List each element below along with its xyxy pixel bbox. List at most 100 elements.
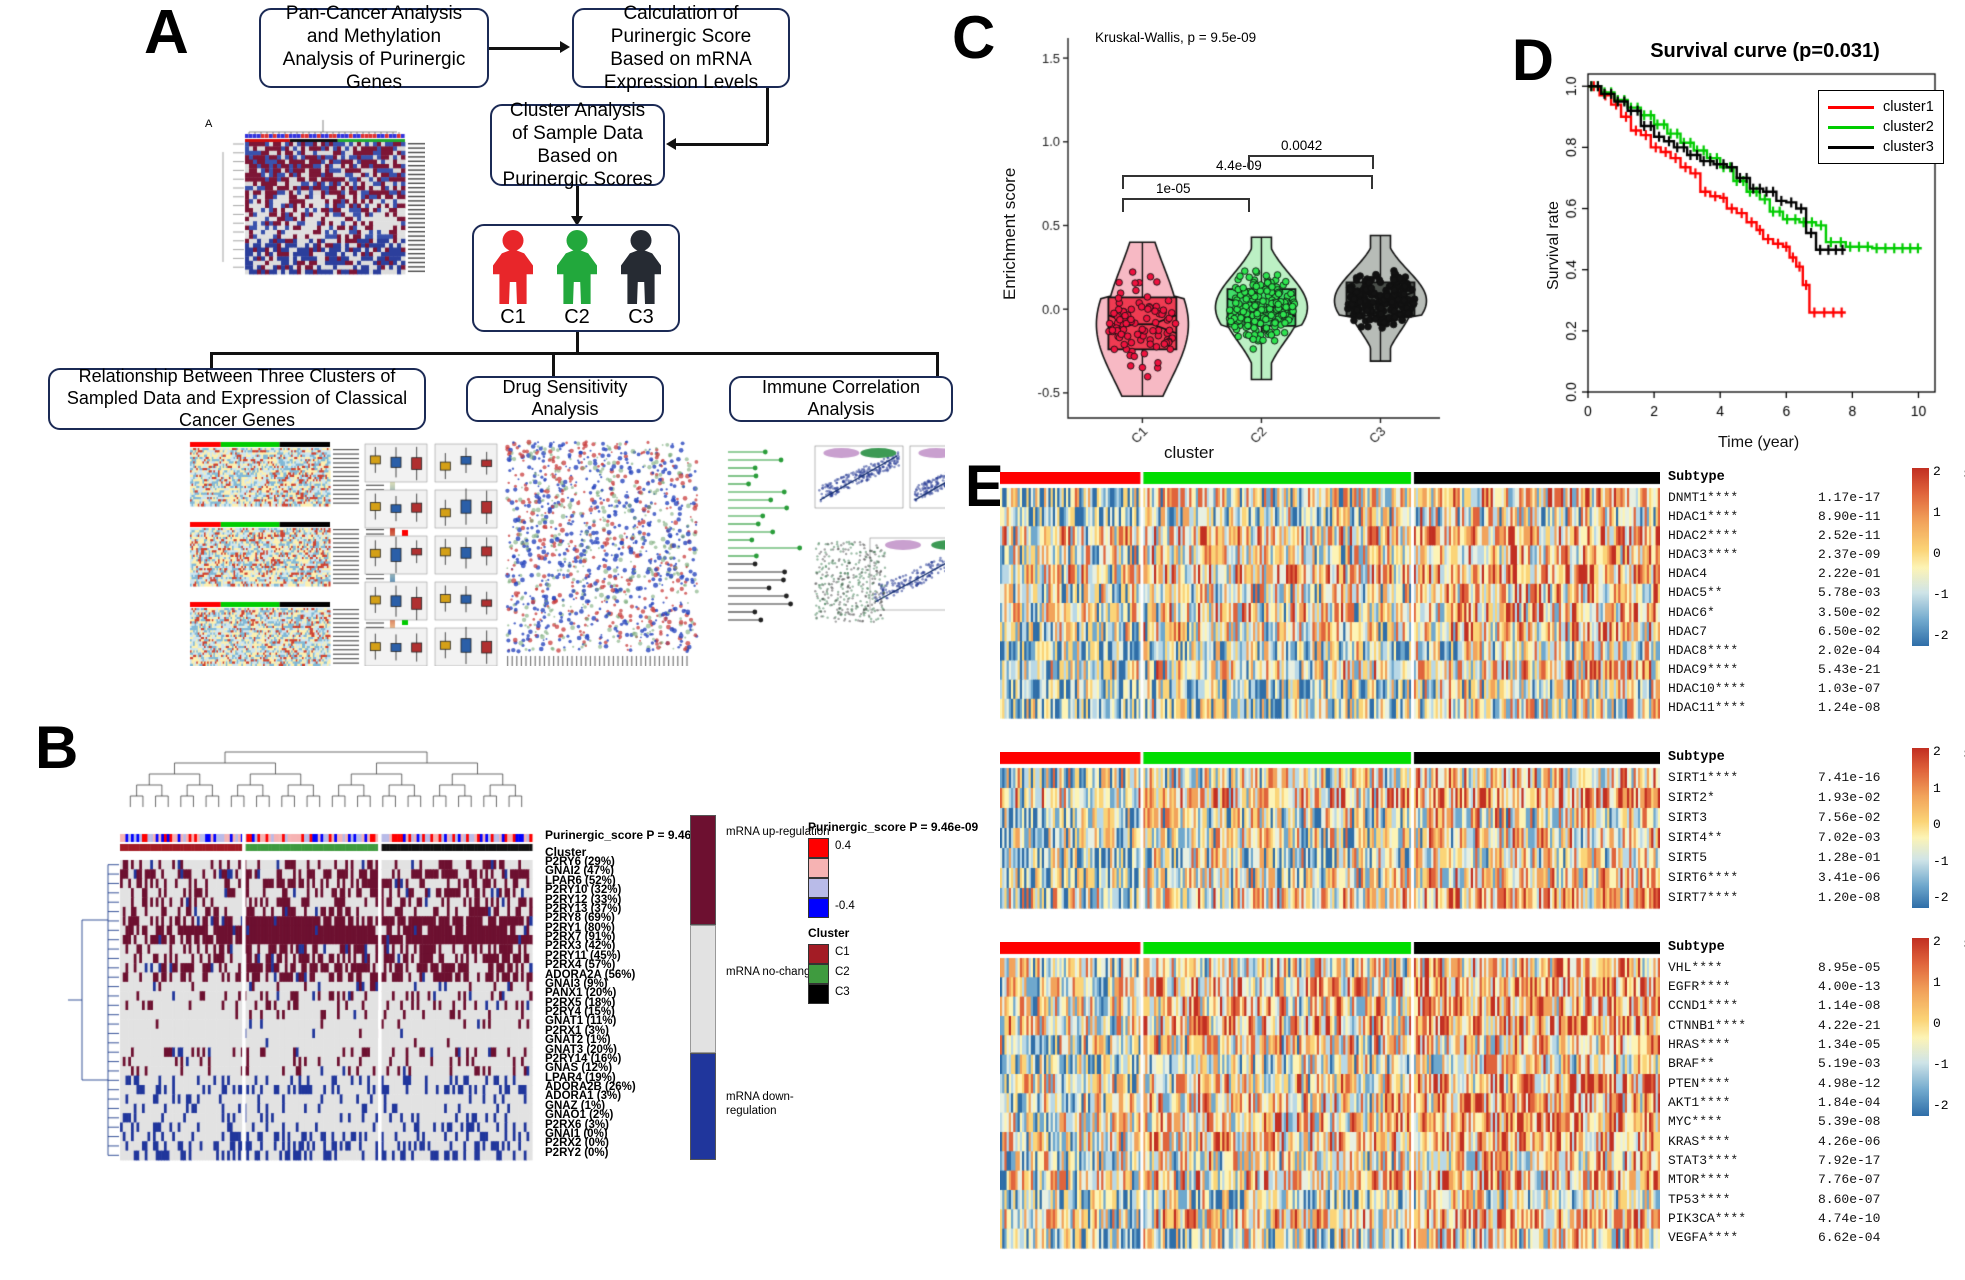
flow-box-immune-correlation[interactable]: Immune Correlation Analysis [729,376,953,422]
flow-box-cluster-analysis[interactable]: Cluster Analysis of Sample Data Based on… [490,100,665,190]
panel-e-colorbar-tick: 1 [1933,780,1941,796]
connector-box2-down [766,88,769,144]
panel-e-gene-label: SIRT5 [1668,850,1708,865]
cluster-legend-title: Cluster [808,926,850,940]
panel-e-colorbar-tick: 2 [1933,934,1941,949]
panel-e-pvalue: 1.17e-17 [1818,489,1881,505]
panel-e-pvalue: 1.28e-01 [1818,850,1881,865]
panel-d-legend: cluster1 cluster2 cluster3 [1818,90,1944,164]
panel-e-pvalue: 4.00e-13 [1818,979,1881,994]
panel-e-pvalue: 5.78e-03 [1818,585,1881,601]
panel-e-pvalue: 8.60e-07 [1818,1191,1881,1207]
legend-label-cluster3: cluster3 [1883,139,1934,155]
panel-e-gene-label: VHL**** [1668,959,1723,975]
panel-e-colorbar [1912,468,1929,646]
panel-e-pvalue: 1.24e-08 [1818,700,1881,716]
panel-e-gene-label: HDAC8**** [1668,642,1739,658]
panel-b-gene-label: P2RY2 (0%) [545,1146,609,1159]
panel-e-subtype-header: Subtype [1668,940,1725,955]
panel-e-pvalue: 7.02e-03 [1818,830,1881,845]
connector-box2-left [676,143,768,146]
panel-e-pvalue: 1.14e-08 [1818,998,1881,1014]
panel-e-pvalue: 5.43e-21 [1818,662,1881,678]
score-legend-title: Purinergic_score P = 9.46e-09 [808,820,979,834]
panel-e-pvalue: 4.98e-12 [1818,1075,1881,1091]
panel-a-thumbnails [135,436,945,666]
panel-c-violin-plot [1020,20,1450,460]
panel-a-thumb-heatmap: A [205,100,425,285]
panel-e-heatmap-sirt [1000,752,1660,912]
panel-e-pvalue: 1.34e-05 [1818,1037,1881,1052]
panel-e-pvalue: 4.74e-10 [1818,1211,1881,1226]
panel-d-ylabel: Survival rate [1545,201,1562,290]
panel-e-gene-label: HDAC10**** [1668,681,1747,697]
cluster-person-c2: C2 [556,230,598,328]
panel-e-gene-label: CTNNB1**** [1668,1017,1747,1033]
panel-e-colorbar [1912,938,1929,1116]
panel-c-ylabel: Enrichment score [1000,167,1019,300]
panel-b-heatmap [60,740,540,1180]
panel-e-colorbar [1912,748,1929,908]
panel-c-bracket-label-c2-c3: 0.0042 [1277,138,1327,153]
panel-e-gene-label: HDAC5** [1668,585,1723,601]
panel-e-pvalue: 8.90e-11 [1818,508,1881,524]
flow-box-pan-cancer[interactable]: Pan-Cancer Analysis and Methylation Anal… [259,3,489,93]
panel-e-gene-label: TP53**** [1668,1191,1731,1207]
panel-e-pvalue: 3.50e-02 [1818,604,1881,620]
panel-e-gene-label: HDAC1**** [1668,508,1739,524]
panel-e-gene-label: SIRT4** [1668,830,1723,845]
panel-e-gene-label: SIRT7**** [1668,890,1739,905]
panel-letter-e: E [965,454,1004,519]
connector-box3-down [576,186,579,218]
panel-e-heatmap-cancer-genes [1000,942,1660,1252]
panel-e-pvalue: 7.56e-02 [1818,810,1881,825]
panel-e-pvalue: 6.50e-02 [1818,623,1881,639]
panel-e-heatmap-hdac [1000,472,1660,722]
panel-e-gene-label: AKT1**** [1668,1095,1731,1110]
score-legend-min: -0.4 [835,900,855,912]
legend-row-cluster3: cluster3 [1828,137,1934,157]
panel-e-pvalue: 1.20e-08 [1818,890,1881,905]
cluster-label-c3: C3 [628,306,654,328]
connector-branch-h [210,352,938,355]
panel-e-pvalue: 1.03e-07 [1818,681,1881,697]
connector-box1-box2 [489,47,561,50]
panel-e-pvalue: 1.84e-04 [1818,1095,1881,1110]
panel-e-gene-label: HDAC9**** [1668,662,1739,678]
arrow-box1-box2 [560,41,570,53]
legend-row-cluster1: cluster1 [1828,97,1934,117]
panel-e-colorbar-tick: -1 [1933,1057,1949,1072]
panel-e-gene-label: HDAC2**** [1668,527,1739,543]
panel-e-gene-label: CCND1**** [1668,998,1739,1014]
legend-line-cluster1 [1828,105,1874,109]
panel-c-bracket-c2-c3 [1248,155,1374,169]
panel-b-mrna-legend: mRNA up-regulation mRNA no-change mRNA d… [690,815,920,1160]
panel-e-pvalue: 7.41e-16 [1818,770,1881,785]
panel-e-colorbar-tick: 1 [1933,505,1941,520]
flow-box-relationship[interactable]: Relationship Between Three Clusters of S… [48,366,426,430]
panel-e-gene-label: SIRT2* [1668,790,1715,805]
connector-clusters-down [576,332,579,354]
panel-e-gene-label: STAT3**** [1668,1153,1739,1168]
panel-e-gene-label: HDAC7 [1668,623,1708,639]
flow-box-calculation[interactable]: Calculation of Purinergic Score Based on… [572,3,790,93]
cluster-person-c3: C3 [620,230,662,328]
panel-e-colorbar-tick: 2 [1933,744,1941,759]
mrna-legend-down: mRNA down-regulation [726,1091,794,1118]
panel-e-gene-label: DNMT1**** [1668,489,1739,505]
arrow-box2-box3 [666,138,676,150]
panel-e-colorbar-tick: -2 [1933,890,1949,905]
panel-e-pvalue: 3.41e-06 [1818,870,1881,885]
panel-e-subtype-header: Subtype [1668,470,1725,485]
legend-label-cluster2: cluster2 [1883,119,1934,135]
panel-e-gene-label: SIRT6**** [1668,870,1739,885]
panel-e-gene-label: VEGFA**** [1668,1230,1739,1246]
panel-e-pvalue: 4.22e-21 [1818,1017,1881,1033]
panel-e-subtype-header: Subtype [1668,750,1725,765]
panel-letter-c: C [952,4,996,71]
legend-line-cluster2 [1828,125,1874,129]
flow-box-drug-sensitivity[interactable]: Drug Sensitivity Analysis [466,376,664,422]
panel-e-gene-label: PIK3CA**** [1668,1211,1747,1226]
cluster-person-c1: C1 [492,230,534,328]
panel-e-gene-label: BRAF** [1668,1056,1715,1072]
